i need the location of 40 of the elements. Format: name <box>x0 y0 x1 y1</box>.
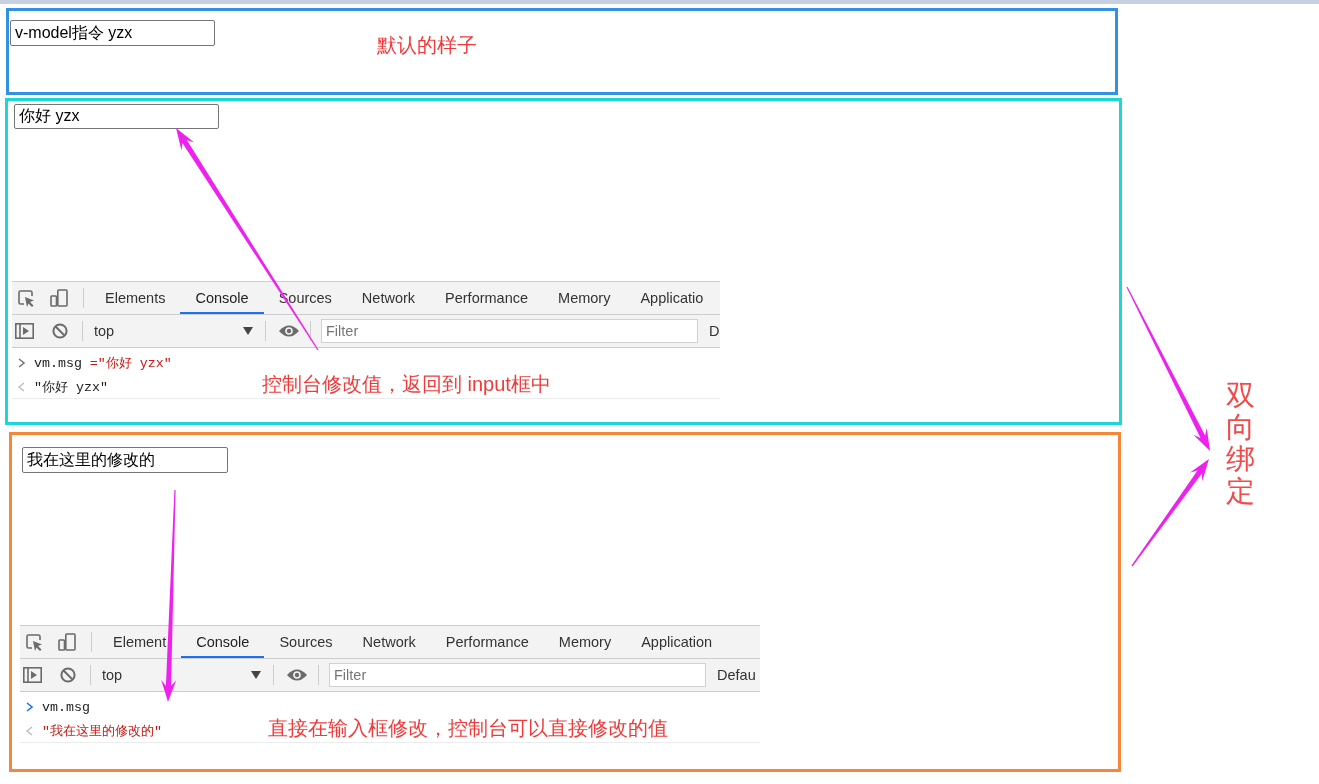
eye-icon[interactable] <box>278 324 300 338</box>
context-dropdown[interactable]: top <box>87 323 255 339</box>
devtools-tab[interactable]: Application <box>626 626 728 658</box>
devtools-tab[interactable]: Applicatio <box>625 282 719 314</box>
devtools-tab[interactable]: Memory <box>543 626 627 658</box>
console-text: vm.msg ="你好 yzx" <box>34 355 172 372</box>
devtools-tab[interactable]: Element <box>98 626 182 658</box>
text-input[interactable]: 你好 yzx <box>14 104 219 129</box>
devtools-tab[interactable]: Elements <box>90 282 181 314</box>
circle-slash-icon[interactable] <box>52 323 68 339</box>
devtools-tab[interactable]: Sources <box>264 626 348 658</box>
annotation-text: 双向绑定 <box>1226 380 1255 508</box>
eye-icon[interactable] <box>286 668 308 682</box>
annotation-text: 默认的样子 <box>377 33 477 57</box>
console-text: "我在这里的修改的" <box>42 722 162 740</box>
text-input[interactable]: v-model指令 yzx <box>10 20 215 46</box>
devtools-tab[interactable]: Network <box>346 282 431 314</box>
console-text: vm.msg <box>42 699 90 715</box>
levels-dropdown[interactable]: Defau <box>717 667 756 683</box>
circle-slash-icon[interactable] <box>60 667 76 683</box>
text-input[interactable]: 我在这里的修改的 <box>22 447 228 473</box>
annotation-text: 直接在输入框修改，控制台可以直接修改的值 <box>268 716 668 740</box>
devtools-tab[interactable]: Performance <box>430 626 544 658</box>
inspect-icon[interactable] <box>17 289 35 307</box>
annotation-text: 控制台修改值，返回到 input框中 <box>262 372 551 396</box>
context-dropdown[interactable]: top <box>95 667 263 683</box>
filter-field[interactable]: Filter <box>321 319 698 343</box>
inspect-icon[interactable] <box>25 633 43 651</box>
levels-dropdown[interactable]: D <box>709 323 720 339</box>
devtools-tab[interactable]: Memory <box>543 282 626 314</box>
device-icon[interactable] <box>58 633 76 651</box>
sidebar-toggle-icon[interactable] <box>23 667 42 683</box>
filter-field[interactable]: Filter <box>329 663 706 687</box>
device-icon[interactable] <box>50 289 68 307</box>
console-text: "你好 yzx" <box>34 378 108 396</box>
sidebar-toggle-icon[interactable] <box>15 323 34 339</box>
devtools-tab[interactable]: Network <box>347 626 431 658</box>
devtools-tab[interactable]: Performance <box>430 282 544 314</box>
caret-down-icon <box>243 327 253 335</box>
caret-down-icon <box>251 671 261 679</box>
